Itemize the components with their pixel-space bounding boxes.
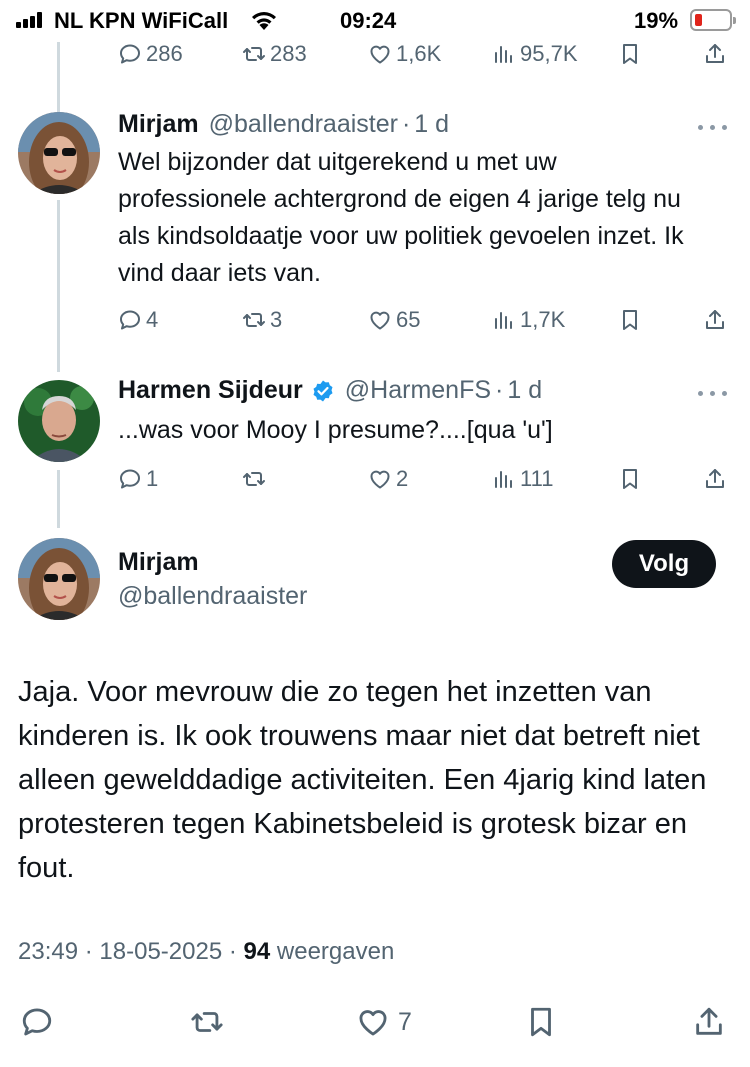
verified-icon	[313, 380, 333, 401]
tweet-meta: 23:49 · 18-05-2025 · 94 weergaven	[18, 938, 395, 965]
more-icon[interactable]	[698, 122, 730, 132]
tweet-header: Harmen Sijdeur @HarmenFS · 1 d	[118, 376, 542, 405]
thread-line	[57, 470, 60, 528]
carrier-label: NL KPN WiFiCall	[54, 8, 229, 33]
reply-icon	[20, 1005, 54, 1039]
author-handle[interactable]: @HarmenFS	[345, 376, 491, 405]
repost-count: 3	[270, 307, 283, 332]
views-count: 111	[520, 466, 554, 491]
like-icon	[356, 1005, 390, 1039]
post-time: 23:49	[18, 938, 79, 965]
avatar[interactable]	[18, 538, 100, 620]
author-handle[interactable]: @ballendraaister	[118, 582, 307, 611]
like-button[interactable]: 65	[368, 303, 420, 337]
share-button[interactable]	[703, 303, 727, 337]
like-count: 7	[398, 1007, 412, 1036]
repost-icon	[242, 467, 266, 491]
reply-icon	[118, 308, 142, 332]
like-button[interactable]: 2	[368, 462, 408, 496]
reply-button[interactable]: 286	[118, 37, 183, 71]
like-button[interactable]: 7	[356, 1000, 412, 1044]
author-name[interactable]: Harmen Sijdeur	[118, 376, 303, 405]
author-handle[interactable]: @ballendraaister	[209, 110, 398, 139]
like-count: 65	[396, 307, 421, 332]
like-count: 1,6K	[396, 41, 442, 66]
views-count: 94	[243, 938, 271, 965]
views-icon	[492, 308, 516, 332]
more-icon[interactable]	[698, 388, 730, 398]
views-count: 95,7K	[520, 41, 578, 66]
repost-button[interactable]	[190, 1000, 224, 1044]
views-icon	[492, 42, 516, 66]
wifi-icon	[252, 12, 276, 30]
tweet-text: ...was voor Mooy I presume?....[qua 'u']	[118, 416, 553, 444]
reply-button[interactable]: 1	[118, 462, 158, 496]
like-icon	[368, 467, 392, 491]
reply-icon	[118, 42, 142, 66]
views-button[interactable]: 111	[492, 462, 553, 496]
like-count: 2	[396, 466, 409, 491]
views-icon	[492, 467, 516, 491]
tweet-actions: 4 3 65 1,7K	[118, 303, 738, 337]
post-time[interactable]: 1 d	[507, 376, 542, 405]
tweet-actions: 286 283 1,6K 95,7K	[118, 37, 738, 71]
bookmark-button[interactable]	[618, 462, 642, 496]
bookmark-button[interactable]	[618, 37, 642, 71]
share-icon	[703, 467, 727, 491]
share-icon	[703, 308, 727, 332]
avatar[interactable]	[18, 380, 100, 462]
repost-icon	[190, 1005, 224, 1039]
reply-button[interactable]	[20, 1000, 54, 1044]
battery-icon	[690, 9, 736, 31]
follow-button[interactable]: Volg	[612, 540, 716, 588]
repost-icon	[242, 308, 266, 332]
tweet-actions: 7	[0, 1000, 750, 1044]
repost-count: 283	[270, 41, 307, 66]
tweet-actions: 1 2 111	[118, 462, 738, 496]
reply-count: 286	[146, 41, 183, 66]
tweet-text: Jaja. Voor mevrouw die zo tegen het inze…	[18, 676, 707, 884]
bookmark-button[interactable]	[618, 303, 642, 337]
views-label: weergaven	[276, 938, 395, 965]
repost-button[interactable]: 283	[242, 37, 307, 71]
repost-button[interactable]: 3	[242, 303, 282, 337]
views-button[interactable]: 1,7K	[492, 303, 565, 337]
reply-count: 4	[146, 307, 159, 332]
repost-button[interactable]	[242, 462, 270, 496]
signal-icon	[16, 12, 46, 28]
battery-percent: 19%	[634, 8, 679, 33]
bookmark-icon	[524, 1005, 558, 1039]
reply-icon	[118, 467, 142, 491]
tweet-text: Wel bijzonder dat uitgerekend u met uw p…	[118, 148, 684, 287]
post-time[interactable]: 1 d	[414, 110, 449, 139]
thread-line	[57, 42, 60, 112]
author-name[interactable]: Mirjam	[118, 548, 199, 577]
bookmark-icon	[618, 308, 642, 332]
author-name[interactable]: Mirjam	[118, 110, 199, 139]
bookmark-button[interactable]	[524, 1000, 558, 1044]
like-button[interactable]: 1,6K	[368, 37, 441, 71]
clock: 09:24	[340, 8, 397, 33]
views-count: 1,7K	[520, 307, 566, 332]
share-button[interactable]	[703, 462, 727, 496]
share-button[interactable]	[692, 1000, 726, 1044]
like-icon	[368, 308, 392, 332]
tweet-header: Mirjam @ballendraaister · 1 d	[118, 110, 449, 139]
repost-icon	[242, 42, 266, 66]
bookmark-icon	[618, 42, 642, 66]
reply-button[interactable]: 4	[118, 303, 158, 337]
like-icon	[368, 42, 392, 66]
share-icon	[703, 42, 727, 66]
views-button[interactable]: 95,7K	[492, 37, 578, 71]
status-bar: NL KPN WiFiCall 09:24 19%	[0, 0, 750, 42]
separator-dot: ·	[495, 376, 504, 404]
reply-count: 1	[146, 466, 159, 491]
thread-line	[57, 200, 60, 372]
post-date: 18-05-2025	[99, 938, 223, 965]
share-button[interactable]	[703, 37, 727, 71]
share-icon	[692, 1005, 726, 1039]
avatar[interactable]	[18, 112, 100, 194]
bookmark-icon	[618, 467, 642, 491]
separator-dot: ·	[401, 110, 411, 138]
